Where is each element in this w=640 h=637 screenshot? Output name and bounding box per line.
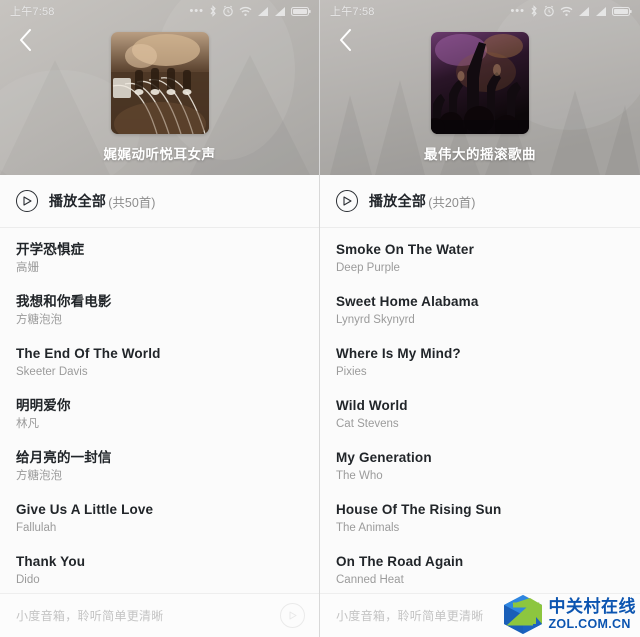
- song-title: Thank You: [16, 554, 86, 569]
- play-circle-icon: [289, 611, 297, 620]
- song-artist: Dido: [16, 574, 40, 586]
- song-title: 给月亮的一封信: [16, 450, 112, 465]
- back-button[interactable]: [326, 22, 364, 58]
- playlist-cover-right[interactable]: [431, 32, 529, 134]
- play-all-count-right: (共20首): [428, 195, 476, 210]
- status-bar-right: 上午7:58 •••: [320, 0, 640, 22]
- signal-bars-2-icon: [596, 6, 606, 16]
- wifi-icon: [560, 6, 573, 16]
- song-row[interactable]: My Generation The Who: [320, 440, 640, 492]
- back-chevron-icon: [19, 29, 31, 51]
- play-circle-icon: [16, 190, 38, 212]
- song-artist: Deep Purple: [336, 262, 400, 274]
- song-row[interactable]: 明明爱你 林凡: [0, 388, 319, 440]
- song-row[interactable]: Wild World Cat Stevens: [320, 388, 640, 440]
- bluetooth-icon: [531, 5, 537, 17]
- playlist-body-right: 播放全部 (共20首) Smoke On The Water Deep Purp…: [320, 175, 640, 593]
- status-icon-group: •••: [510, 5, 632, 17]
- dual-screenshot-container: 上午7:58 ••• 娓娓动听悦耳女声 播放全部 (共50首) 开学恐惧症 高姗…: [0, 0, 640, 637]
- guzheng-strings-photo: [110, 32, 209, 134]
- playlist-title-right: 最伟大的摇滚歌曲: [424, 147, 536, 162]
- song-title: Where Is My Mind?: [336, 346, 461, 361]
- play-all-row-right[interactable]: 播放全部 (共20首): [320, 175, 640, 228]
- song-list-right: Smoke On The Water Deep Purple Sweet Hom…: [320, 228, 640, 593]
- song-artist: Pixies: [336, 366, 367, 378]
- status-icon-group: •••: [189, 5, 311, 17]
- song-title: Smoke On The Water: [336, 242, 474, 257]
- song-row[interactable]: On The Road Again Canned Heat: [320, 544, 640, 593]
- battery-icon: [612, 6, 632, 16]
- wifi-icon: [239, 6, 252, 16]
- song-title: Wild World: [336, 398, 408, 413]
- back-chevron-icon: [339, 29, 351, 51]
- song-title: My Generation: [336, 450, 432, 465]
- song-artist: 方糖泡泡: [16, 470, 62, 482]
- alarm-clock-icon: [544, 5, 554, 17]
- song-artist: The Animals: [336, 522, 400, 534]
- song-title: Give Us A Little Love: [16, 502, 154, 517]
- signal-bars-icon: [579, 6, 589, 16]
- song-title: 开学恐惧症: [16, 242, 85, 257]
- bottom-promo-text: 小度音箱，聆听简单更清晰: [16, 609, 164, 623]
- play-circle-icon: [336, 190, 358, 212]
- song-artist: 方糖泡泡: [16, 314, 62, 326]
- concert-crowd-hands-photo: [431, 32, 529, 134]
- playlist-body-left: 播放全部 (共50首) 开学恐惧症 高姗 我想和你看电影 方糖泡泡 The En…: [0, 175, 319, 593]
- song-row[interactable]: Thank You Dido: [0, 544, 319, 593]
- status-bar-left: 上午7:58 •••: [0, 0, 319, 22]
- song-title: On The Road Again: [336, 554, 464, 569]
- signal-bars-2-icon: [275, 6, 285, 16]
- song-artist: Cat Stevens: [336, 418, 399, 430]
- play-all-count-left: (共50首): [108, 195, 156, 210]
- song-row[interactable]: House Of The Rising Sun The Animals: [320, 492, 640, 544]
- song-list-left: 开学恐惧症 高姗 我想和你看电影 方糖泡泡 The End Of The Wor…: [0, 228, 319, 593]
- song-row[interactable]: Give Us A Little Love Fallulah: [0, 492, 319, 544]
- bottom-bar-left: 小度音箱，聆听简单更清晰: [0, 593, 319, 637]
- phone-screen-right: 上午7:58 ••• 最伟大的摇滚歌曲 播放全部 (共20首) Smoke On…: [320, 0, 640, 637]
- song-row[interactable]: Where Is My Mind? Pixies: [320, 336, 640, 388]
- song-title: Sweet Home Alabama: [336, 294, 479, 309]
- song-title: The End Of The World: [16, 346, 161, 361]
- song-artist: The Who: [336, 470, 383, 482]
- playlist-title-left: 娓娓动听悦耳女声: [103, 147, 216, 162]
- status-time: 上午7:58: [330, 6, 375, 18]
- song-artist: 高姗: [16, 262, 39, 274]
- alarm-clock-icon: [223, 5, 233, 17]
- song-row[interactable]: The End Of The World Skeeter Davis: [0, 336, 319, 388]
- play-all-label-left: 播放全部: [49, 193, 107, 209]
- more-dots-icon: •••: [189, 5, 204, 17]
- song-row[interactable]: Sweet Home Alabama Lynyrd Skynyrd: [320, 284, 640, 336]
- signal-bars-icon: [258, 6, 268, 16]
- song-title: House Of The Rising Sun: [336, 502, 502, 517]
- more-dots-icon: •••: [510, 5, 525, 17]
- phone-screen-left: 上午7:58 ••• 娓娓动听悦耳女声 播放全部 (共50首) 开学恐惧症 高姗…: [0, 0, 320, 637]
- bluetooth-icon: [210, 5, 216, 17]
- play-all-label-right: 播放全部: [369, 193, 427, 209]
- bottom-play-button[interactable]: [280, 603, 305, 628]
- song-title: 我想和你看电影: [16, 294, 112, 309]
- battery-icon: [291, 6, 311, 16]
- song-title: 明明爱你: [16, 398, 71, 413]
- bottom-bar-right: 小度音箱，聆听简单更清晰: [320, 593, 640, 637]
- playlist-cover-left[interactable]: [110, 32, 209, 134]
- song-artist: Lynyrd Skynyrd: [336, 314, 415, 326]
- bottom-promo-text: 小度音箱，聆听简单更清晰: [336, 609, 484, 623]
- song-row[interactable]: 给月亮的一封信 方糖泡泡: [0, 440, 319, 492]
- song-artist: Fallulah: [16, 522, 57, 534]
- song-row[interactable]: 我想和你看电影 方糖泡泡: [0, 284, 319, 336]
- status-time: 上午7:58: [10, 6, 55, 18]
- song-artist: 林凡: [16, 418, 39, 430]
- play-all-row-left[interactable]: 播放全部 (共50首): [0, 175, 319, 228]
- song-row[interactable]: Smoke On The Water Deep Purple: [320, 232, 640, 284]
- song-artist: Canned Heat: [336, 574, 404, 586]
- back-button[interactable]: [6, 22, 44, 58]
- song-artist: Skeeter Davis: [16, 366, 88, 378]
- playlist-header-left: 上午7:58 ••• 娓娓动听悦耳女声: [0, 0, 319, 175]
- playlist-header-right: 上午7:58 ••• 最伟大的摇滚歌曲: [320, 0, 640, 175]
- song-row[interactable]: 开学恐惧症 高姗: [0, 232, 319, 284]
